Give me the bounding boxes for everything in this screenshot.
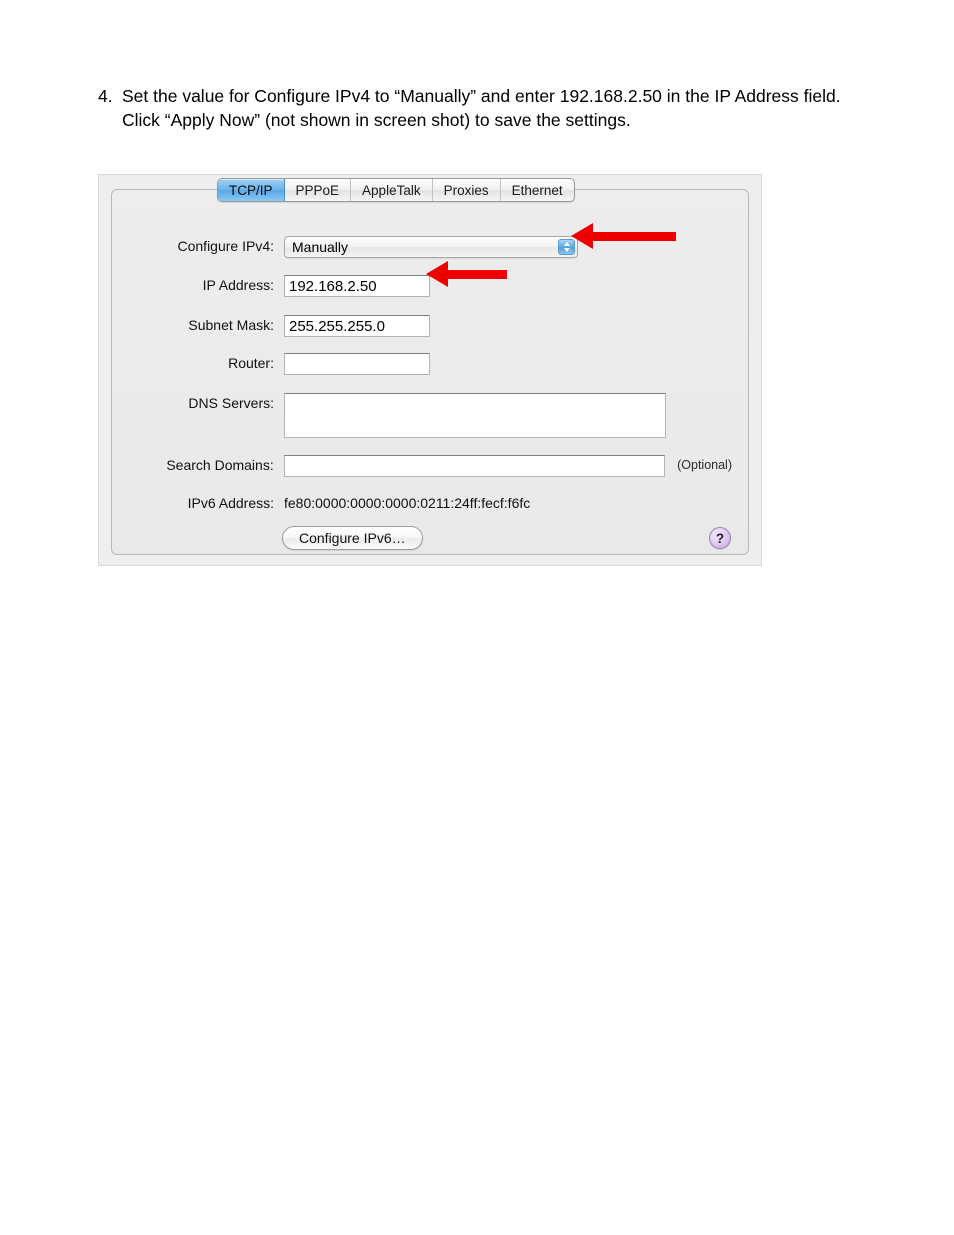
router-label: Router:: [228, 355, 274, 371]
chevron-updown-icon[interactable]: [558, 239, 575, 255]
ipv6-address-value: fe80:0000:0000:0000:0211:24ff:fecf:f6fc: [284, 495, 531, 511]
tab-pppoe-label: PPPoE: [295, 182, 340, 198]
router-input[interactable]: [284, 353, 430, 375]
tab-ethernet[interactable]: Ethernet: [501, 179, 574, 201]
search-domains-optional-note: (Optional): [677, 458, 732, 472]
configure-ipv4-popup[interactable]: Manually: [284, 236, 578, 258]
chevron-up-icon: [563, 242, 570, 246]
instruction-text: Set the value for Configure IPv4 to “Man…: [122, 86, 846, 130]
configure-ipv6-button-label: Configure IPv6…: [299, 530, 406, 546]
subnet-mask-input[interactable]: 255.255.255.0: [284, 315, 430, 337]
ip-address-row: IP Address: 192.168.2.50: [112, 275, 432, 297]
configure-ipv6-button[interactable]: Configure IPv6…: [282, 526, 423, 550]
tab-tcpip-label: TCP/IP: [229, 182, 273, 198]
tab-tcpip[interactable]: TCP/IP: [218, 179, 285, 201]
dns-servers-input[interactable]: [284, 393, 666, 438]
ip-address-label: IP Address:: [202, 277, 274, 293]
configure-ipv4-label: Configure IPv4:: [177, 238, 275, 254]
dns-servers-label: DNS Servers:: [188, 395, 274, 411]
subnet-mask-row: Subnet Mask: 255.255.255.0: [112, 315, 432, 337]
tab-appletalk-label: AppleTalk: [362, 182, 421, 198]
instruction-block: 4. Set the value for Configure IPv4 to “…: [98, 84, 858, 132]
instruction-row: 4. Set the value for Configure IPv4 to “…: [98, 84, 858, 132]
subnet-mask-label: Subnet Mask:: [188, 317, 274, 333]
tab-ethernet-label: Ethernet: [511, 182, 563, 198]
ip-address-input[interactable]: 192.168.2.50: [284, 275, 430, 297]
ip-address-value: 192.168.2.50: [289, 277, 377, 295]
chevron-down-icon: [563, 248, 570, 252]
ipv6-address-label: IPv6 Address:: [187, 495, 274, 511]
tab-proxies-label: Proxies: [443, 182, 489, 198]
tab-bar: TCP/IP PPPoE AppleTalk Proxies Ethernet: [217, 178, 575, 202]
search-domains-input[interactable]: [283, 455, 666, 477]
tcpip-form: Configure IPv4: Manually IP Address: 192…: [112, 190, 748, 554]
ipv6-address-row: IPv6 Address: fe80:0000:0000:0000:0211:2…: [112, 493, 712, 513]
dns-servers-row: DNS Servers:: [112, 393, 672, 438]
router-row: Router:: [112, 353, 432, 375]
tab-proxies[interactable]: Proxies: [433, 179, 501, 201]
configure-ipv4-value: Manually: [292, 239, 349, 255]
tab-appletalk[interactable]: AppleTalk: [351, 179, 433, 201]
subnet-mask-value: 255.255.255.0: [289, 317, 385, 335]
help-button[interactable]: ?: [709, 527, 731, 549]
search-domains-label: Search Domains:: [166, 457, 274, 473]
tcpip-settings-panel: Configure IPv4: Manually IP Address: 192…: [111, 189, 749, 555]
question-mark-icon: ?: [715, 530, 725, 546]
configure-ipv4-row: Configure IPv4: Manually: [112, 236, 578, 258]
search-domains-row: Search Domains: (Optional): [112, 455, 732, 477]
instruction-number: 4.: [98, 86, 113, 106]
tab-pppoe[interactable]: PPPoE: [285, 179, 352, 201]
network-preferences-screenshot: TCP/IP PPPoE AppleTalk Proxies Ethernet …: [98, 174, 762, 566]
